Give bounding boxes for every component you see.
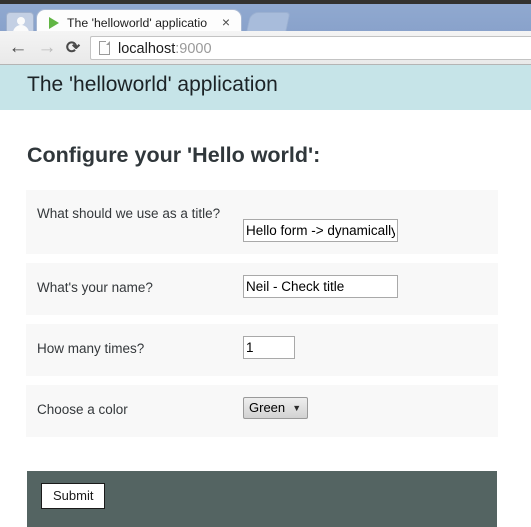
title-input[interactable] [243, 219, 398, 242]
reload-icon[interactable]: ⟳ [62, 37, 84, 59]
address-bar[interactable]: localhost:9000 [90, 36, 531, 60]
address-bar-url: localhost:9000 [118, 38, 212, 60]
address-bar-host: localhost [118, 41, 176, 57]
form-field-name-wrap [243, 275, 398, 298]
form-field-title-wrap [243, 219, 398, 242]
browser-toolbar: ← → ⟳ localhost:9000 [0, 31, 531, 65]
page-document-icon [99, 41, 110, 55]
form-row: Choose a color Green ▼ [26, 385, 498, 437]
form-row: What's your name? [26, 263, 498, 315]
form-label-name: What's your name? [37, 280, 153, 295]
page-title: Configure your 'Hello world': [27, 143, 321, 167]
profile-icon-head [17, 17, 25, 25]
form-row: How many times? [26, 324, 498, 376]
name-input[interactable] [243, 275, 398, 298]
form-row: What should we use as a title? [26, 190, 498, 254]
form-label-times: How many times? [37, 341, 145, 356]
form-field-color-wrap: Green ▼ [243, 397, 309, 419]
configuration-form: What should we use as a title? What's yo… [26, 190, 498, 446]
color-select-value: Green [249, 400, 286, 415]
submit-button[interactable]: Submit [41, 483, 106, 509]
form-label-color: Choose a color [37, 402, 128, 417]
tab-strip: The 'helloworld' applicatio × [0, 0, 531, 35]
form-field-times-wrap [243, 336, 295, 359]
color-select[interactable]: Green ▼ [243, 397, 309, 419]
app-banner: The 'helloworld' application [0, 65, 531, 110]
times-input[interactable] [243, 336, 295, 359]
forward-icon[interactable]: → [36, 37, 58, 59]
form-footer: Submit [27, 471, 497, 527]
page-viewport: The 'helloworld' application Configure y… [0, 65, 531, 527]
address-bar-port: :9000 [175, 41, 212, 57]
back-icon[interactable]: ← [7, 37, 29, 59]
browser-window: The 'helloworld' applicatio × ← → ⟳ loca… [0, 0, 531, 527]
close-icon[interactable]: × [219, 14, 233, 30]
play-triangle-icon [49, 17, 59, 29]
chevron-down-icon: ▼ [292, 403, 302, 413]
form-label-title: What should we use as a title? [37, 206, 221, 221]
app-banner-title: The 'helloworld' application [27, 73, 278, 96]
